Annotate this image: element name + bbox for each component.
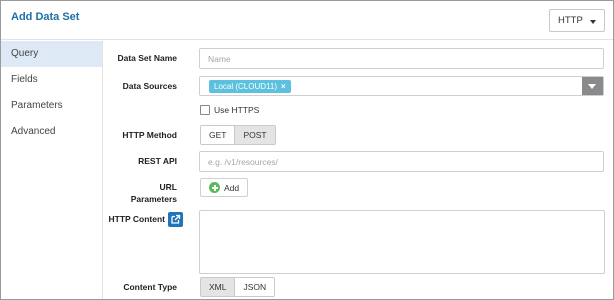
caret-down-icon bbox=[590, 20, 596, 24]
add-button-label: Add bbox=[224, 183, 240, 193]
sidebar-item-parameters[interactable]: Parameters bbox=[1, 93, 102, 119]
data-sources-dropdown-toggle[interactable] bbox=[582, 77, 603, 95]
data-sources-label: Data Sources bbox=[122, 81, 177, 91]
http-method-post-button[interactable]: POST bbox=[234, 126, 275, 144]
http-method-label: HTTP Method bbox=[122, 130, 177, 140]
http-method-get-button[interactable]: GET bbox=[201, 126, 235, 144]
content-type-label: Content Type bbox=[123, 282, 177, 292]
add-url-parameter-button[interactable]: Add bbox=[200, 178, 248, 197]
data-source-chip: Local (CLOUD11) × bbox=[209, 80, 291, 93]
data-set-type-dropdown[interactable]: HTTP bbox=[549, 9, 605, 32]
data-set-type-value: HTTP bbox=[558, 15, 583, 26]
data-set-name-input[interactable]: Name bbox=[199, 48, 604, 69]
content-type-json-button[interactable]: JSON bbox=[234, 278, 275, 296]
caret-down-icon bbox=[588, 84, 596, 89]
http-method-toggle: GET POST bbox=[200, 125, 276, 145]
url-parameters-label-line1: URL bbox=[159, 182, 177, 192]
data-sources-select[interactable]: Local (CLOUD11) × bbox=[199, 76, 604, 96]
data-set-name-label: Data Set Name bbox=[117, 53, 177, 63]
data-set-name-placeholder: Name bbox=[208, 54, 231, 64]
chip-remove-icon[interactable]: × bbox=[281, 82, 286, 91]
content-type-toggle: XML JSON bbox=[200, 277, 276, 297]
use-https-label: Use HTTPS bbox=[214, 105, 260, 115]
use-https-checkbox[interactable] bbox=[200, 105, 210, 115]
external-link-icon[interactable] bbox=[168, 212, 183, 227]
rest-api-placeholder: e.g. /v1/resources/ bbox=[208, 157, 278, 167]
data-source-chip-label: Local (CLOUD11) bbox=[214, 82, 277, 91]
dialog-title: Add Data Set bbox=[11, 11, 80, 23]
dialog-header: Add Data Set HTTP bbox=[1, 1, 613, 40]
content-type-xml-button[interactable]: XML bbox=[201, 278, 235, 296]
add-data-set-dialog: Add Data Set HTTP Query Fields Parameter… bbox=[0, 0, 614, 300]
rest-api-input[interactable]: e.g. /v1/resources/ bbox=[199, 151, 604, 172]
http-content-textarea[interactable] bbox=[199, 210, 605, 274]
url-parameters-label-line2: Parameters bbox=[130, 194, 177, 204]
plus-circle-icon bbox=[209, 182, 220, 193]
http-content-label: HTTP Content bbox=[108, 214, 165, 224]
sidebar: Query Fields Parameters Advanced bbox=[1, 41, 103, 299]
rest-api-label: REST API bbox=[138, 156, 177, 166]
